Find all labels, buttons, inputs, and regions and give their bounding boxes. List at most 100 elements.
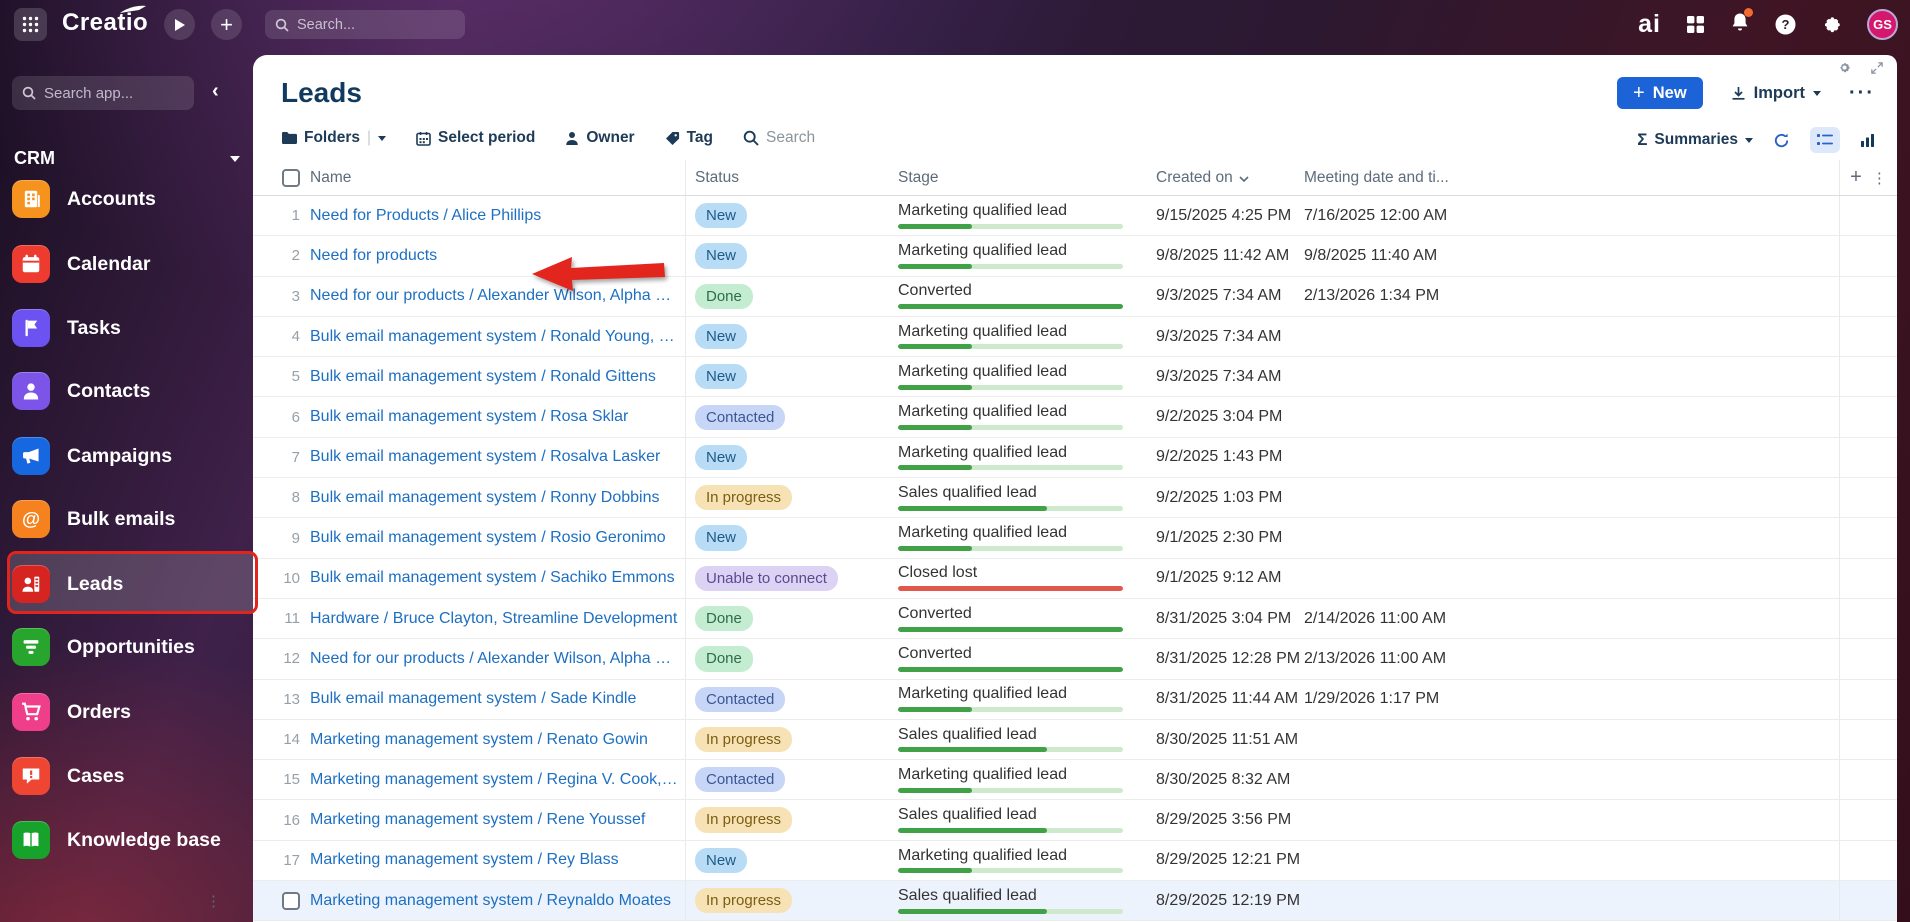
lead-name-link[interactable]: Bulk email management system / Sade Kind… [310, 690, 642, 708]
sidebar-item-leads[interactable]: Leads [8, 554, 265, 614]
select-period-filter-button[interactable]: Select period [416, 129, 535, 147]
lead-name-link[interactable]: Marketing management system / Rene Youss… [310, 811, 651, 829]
chart-view-icon[interactable] [1860, 133, 1875, 148]
column-header-stage[interactable]: Stage [889, 169, 1147, 187]
lead-name-link[interactable]: Bulk email management system / Rosalva L… [310, 448, 666, 466]
settings-gear-icon[interactable] [1821, 14, 1842, 35]
owner-filter-button[interactable]: Owner [565, 129, 635, 147]
created-on-value: 8/31/2025 3:04 PM [1156, 609, 1292, 627]
select-all-checkbox[interactable] [282, 168, 300, 187]
table-row[interactable]: 11 Hardware / Bruce Clayton, Streamline D… [253, 598, 1897, 640]
table-row[interactable]: 6 Bulk email management system / Rosa Skl… [253, 397, 1897, 438]
lead-name-link[interactable]: Bulk email management system / Ronny Dob… [310, 489, 666, 507]
expand-icon[interactable] [1871, 61, 1883, 74]
lead-name-link[interactable]: Need for Products / Alice Phillips [310, 207, 547, 225]
table-row[interactable]: 5 Bulk email management system / Ronald G… [253, 357, 1897, 398]
summaries-button[interactable]: Σ Summaries [1637, 130, 1753, 150]
lead-name-link[interactable]: Bulk email management system / Ronald Yo… [310, 328, 685, 346]
sidebar-item-orders[interactable]: Orders [12, 692, 253, 732]
person-icon [566, 131, 579, 145]
lead-name-link[interactable]: Need for products [310, 247, 443, 265]
import-button[interactable]: Import [1731, 84, 1822, 103]
lead-name-link[interactable]: Marketing management system / Reynaldo M… [310, 892, 677, 910]
tag-filter-button[interactable]: Tag [665, 129, 713, 147]
lead-name-link[interactable]: Marketing management system / Renato Gow… [310, 731, 654, 749]
table-row[interactable]: 3 Need for our products / Alexander Wilso… [253, 276, 1897, 317]
row-number: 12 [283, 650, 300, 668]
lead-name-link[interactable]: Marketing management system / Regina V. … [310, 771, 685, 789]
sigma-icon: Σ [1637, 130, 1648, 149]
table-row[interactable]: 1 Need for Products / Alice Phillips New Ma… [253, 196, 1897, 237]
lead-name-link[interactable]: Bulk email management system / Ronald Gi… [310, 368, 662, 386]
creatio-ai-button[interactable]: ai [1638, 12, 1661, 37]
sidebar-item-cases[interactable]: Cases [12, 756, 253, 796]
table-row[interactable]: 13 Bulk email management system / Sade Ki… [253, 679, 1897, 720]
global-search-input[interactable]: Search... [265, 10, 465, 39]
folders-filter-button[interactable]: Folders | [281, 129, 387, 147]
table-row[interactable]: 9 Bulk email management system / Rosio Ge… [253, 518, 1897, 559]
app-launcher-button[interactable] [14, 8, 47, 41]
grid-9-icon [22, 16, 39, 33]
row-checkbox[interactable] [282, 891, 300, 910]
column-header-name[interactable]: Name [310, 160, 686, 195]
lead-name-link[interactable]: Need for our products / Alexander Wilson… [310, 650, 685, 668]
column-header-status[interactable]: Status [686, 169, 889, 187]
lead-name-link[interactable]: Marketing management system / Rey Blass [310, 851, 625, 869]
table-row[interactable]: 8 Bulk email management system / Ronny Do… [253, 478, 1897, 519]
table-row[interactable]: 15 Marketing management system / Regina V… [253, 760, 1897, 801]
sidebar-item-contacts[interactable]: Contacts [12, 371, 253, 411]
logo-swoosh-icon [120, 5, 147, 13]
sidebar-collapse-button[interactable]: ‹ [212, 80, 219, 103]
table-search-button[interactable]: Search [743, 129, 815, 147]
list-view-toggle[interactable] [1810, 127, 1840, 153]
more-actions-button[interactable]: ··· [1849, 82, 1875, 105]
meeting-date-value: 1/29/2026 1:17 PM [1304, 690, 1440, 708]
table-row[interactable]: 12 Need for our products / Alexander Wils… [253, 639, 1897, 680]
column-header-meeting[interactable]: Meeting date and ti... [1295, 169, 1555, 187]
lead-name-link[interactable]: Bulk email management system / Rosa Skla… [310, 408, 634, 426]
table-row[interactable]: 7 Bulk email management system / Rosalva … [253, 437, 1897, 479]
table-row[interactable]: 14 Marketing management system / Renato G… [253, 719, 1897, 761]
table-row[interactable]: 17 Marketing management system / Rey Blas… [253, 840, 1897, 882]
stage-label: Sales qualified lead [898, 483, 1037, 501]
run-process-button[interactable] [164, 9, 195, 40]
table-row[interactable]: 4 Bulk email management system / Ronald Y… [253, 316, 1897, 358]
row-number: 11 [284, 610, 300, 628]
lead-name-link[interactable]: Bulk email management system / Rosio Ger… [310, 529, 672, 547]
sidebar-item-campaigns[interactable]: Campaigns [12, 436, 253, 476]
page-settings-gear-icon[interactable] [1838, 61, 1851, 74]
row-menu-button[interactable]: ⋮ [206, 892, 221, 910]
column-header-created[interactable]: Created on [1147, 169, 1295, 187]
add-record-button[interactable]: + [211, 9, 242, 40]
sidebar-item-calendar[interactable]: Calendar [12, 244, 253, 284]
help-icon[interactable]: ? [1775, 14, 1796, 35]
table-row[interactable]: 10 Bulk email management system / Sachiko… [253, 558, 1897, 599]
lead-name-link[interactable]: Bulk email management system / Sachiko E… [310, 569, 681, 587]
sidebar-item-tasks[interactable]: Tasks [12, 308, 253, 348]
column-menu-button[interactable]: ⋮ [1872, 169, 1887, 187]
marketplace-apps-icon[interactable] [1686, 15, 1705, 34]
sidebar-search-input[interactable]: Search app... [12, 76, 194, 110]
new-button[interactable]: + New [1617, 77, 1703, 109]
person-icon [12, 372, 50, 410]
refresh-icon[interactable] [1773, 132, 1790, 149]
sidebar-item-bulk-emails[interactable]: @ Bulk emails [12, 499, 253, 539]
status-badge: New [695, 525, 748, 551]
lead-name-link[interactable]: Hardware / Bruce Clayton, Streamline Dev… [310, 610, 683, 628]
sidebar-item-knowledge-base[interactable]: Knowledge base [12, 820, 253, 860]
meeting-date-value: 2/13/2026 1:34 PM [1304, 287, 1440, 305]
created-on-value: 8/31/2025 11:44 AM [1156, 690, 1299, 708]
funnel-icon [12, 628, 50, 666]
sidebar-item-opportunities[interactable]: Opportunities [12, 627, 253, 667]
add-column-button[interactable]: + [1850, 166, 1862, 189]
table-row[interactable]: 16 Marketing management system / Rene You… [253, 800, 1897, 841]
folder-icon [282, 132, 297, 144]
user-avatar[interactable]: GS [1867, 9, 1898, 40]
sidebar-item-accounts[interactable]: Accounts [12, 179, 253, 219]
lead-name-link[interactable]: Need for our products / Alexander Wilson… [310, 287, 685, 305]
table-row[interactable]: 2 Need for products New Marketing qualified… [253, 236, 1897, 277]
table-row[interactable]: ⋮ Marketing management system / Reynaldo … [206, 881, 1897, 922]
sidebar-item-label: Tasks [67, 316, 121, 339]
workspace-selector[interactable]: CRM [14, 148, 240, 169]
notifications-button[interactable] [1730, 7, 1753, 38]
